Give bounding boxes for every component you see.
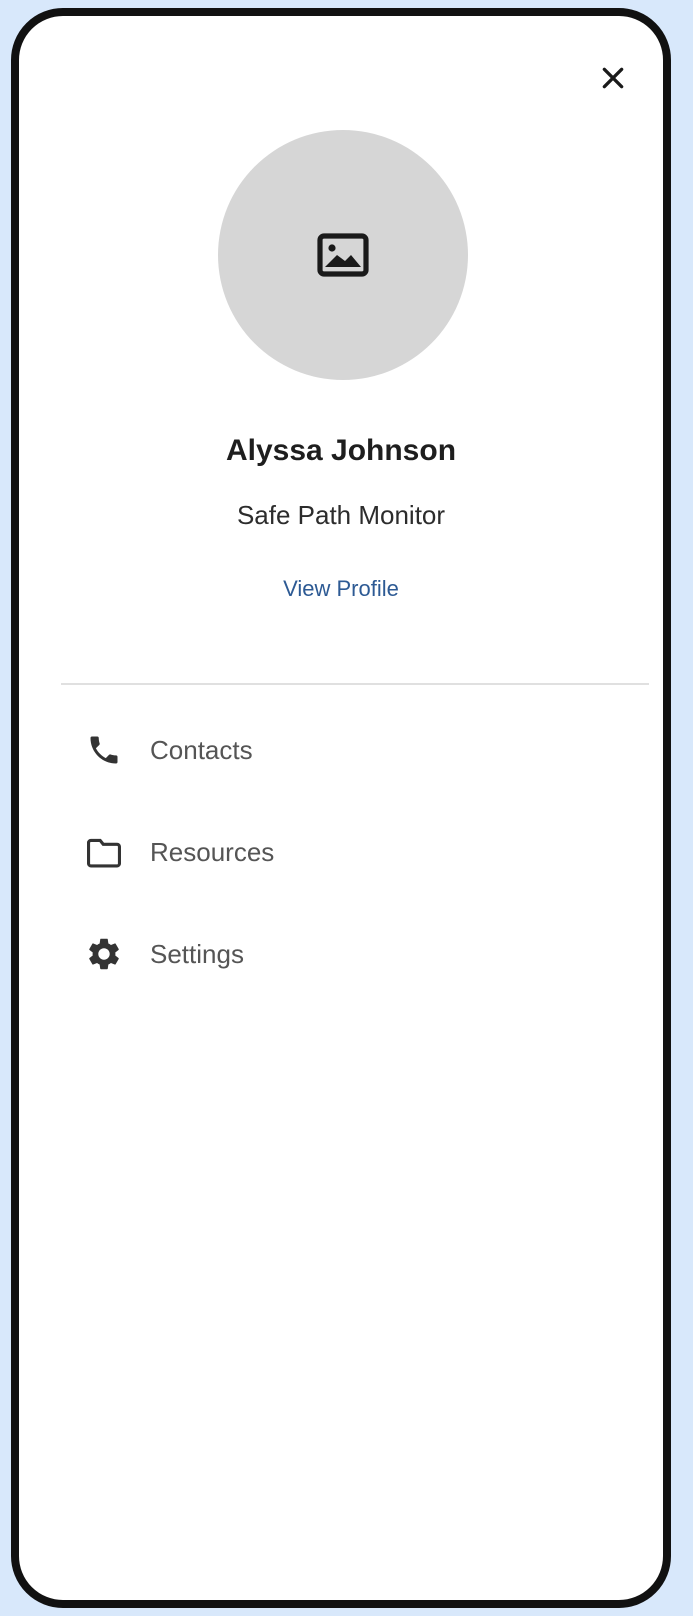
image-icon bbox=[317, 233, 369, 277]
menu-item-settings[interactable]: Settings bbox=[19, 914, 663, 994]
folder-icon bbox=[84, 832, 124, 872]
profile-name: Alyssa Johnson bbox=[225, 434, 457, 467]
close-icon bbox=[602, 67, 624, 89]
menu-item-resources[interactable]: Resources bbox=[19, 812, 663, 892]
close-button[interactable] bbox=[593, 58, 633, 98]
phone-icon bbox=[84, 730, 124, 770]
avatar[interactable] bbox=[218, 130, 468, 380]
divider bbox=[61, 683, 649, 685]
menu-item-label: Contacts bbox=[150, 734, 253, 765]
view-profile-link[interactable]: View Profile bbox=[19, 576, 663, 602]
profile-role: Safe Path Monitor bbox=[236, 500, 446, 530]
gear-icon bbox=[84, 934, 124, 974]
menu-item-contacts[interactable]: Contacts bbox=[19, 710, 663, 790]
phone-frame: Alyssa Johnson Safe Path Monitor View Pr… bbox=[11, 8, 671, 1608]
menu-item-label: Settings bbox=[150, 938, 244, 969]
menu-item-label: Resources bbox=[150, 836, 275, 867]
